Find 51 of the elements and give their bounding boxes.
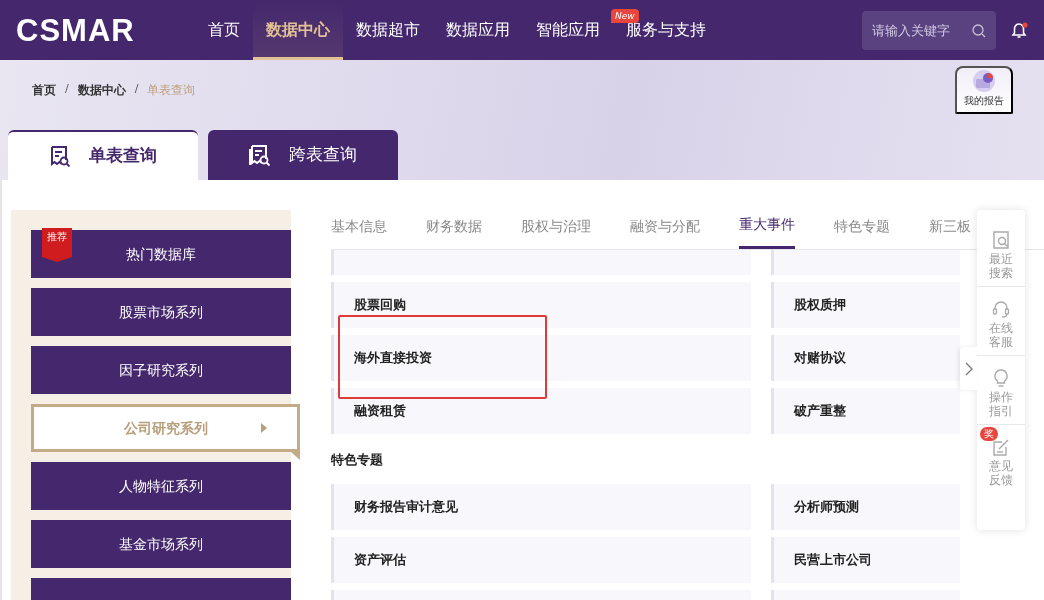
sidebar-item[interactable]: 人物特征系列 xyxy=(31,462,291,510)
nav-link[interactable]: 首页 xyxy=(207,0,240,60)
new-badge: New xyxy=(611,9,639,23)
sidebar-item[interactable]: 因子研究系列 xyxy=(31,346,291,394)
breadcrumb-separator: / xyxy=(134,81,139,97)
side-tool-button[interactable]: 奖 意见反馈 xyxy=(977,424,1025,493)
table-item[interactable]: 民营上市公司 xyxy=(771,536,960,583)
report-icon xyxy=(971,69,997,93)
category-tab[interactable]: 基本信息 xyxy=(331,210,387,249)
section-title: 特色专题 xyxy=(331,451,383,469)
table-item[interactable]: 资产评估 xyxy=(331,536,751,583)
chevron-right-icon xyxy=(964,361,973,376)
report-button[interactable]: 我的报告 xyxy=(955,66,1013,114)
table-item[interactable]: 分析师预测 xyxy=(771,483,960,530)
edit-icon xyxy=(991,437,1011,457)
category-tab[interactable]: 新三板 xyxy=(929,210,971,249)
nav-link[interactable]: 智能应用 xyxy=(535,0,600,60)
caret-icon xyxy=(261,423,267,433)
breadcrumb-link[interactable]: 数据中心 xyxy=(77,81,126,99)
breadcrumb-separator: / xyxy=(65,81,69,97)
category-tab[interactable]: 股权与治理 xyxy=(521,210,591,249)
sidebar-item[interactable]: 股票市场系列 xyxy=(31,288,291,336)
table-item[interactable]: 股票回购 xyxy=(331,282,751,328)
breadcrumb-link[interactable]: 首页 xyxy=(32,81,56,99)
lightbulb-icon xyxy=(991,368,1011,388)
query-tab[interactable]: 跨表查询 xyxy=(208,130,398,180)
category-tab[interactable]: 财务数据 xyxy=(426,210,482,249)
search-field[interactable]: 请输入关键字 xyxy=(862,10,996,50)
table-item[interactable]: 对赌协议 xyxy=(771,335,960,381)
reward-badge: 奖 xyxy=(980,427,998,441)
bell-icon xyxy=(1011,21,1028,39)
search-icon xyxy=(991,230,1011,250)
search-icon xyxy=(972,23,986,38)
table-item[interactable]: 融资租赁 xyxy=(331,388,751,434)
table-item[interactable]: 破产重整 xyxy=(771,388,960,434)
logo[interactable]: CSMAR xyxy=(16,14,135,46)
nav-link[interactable]: 数据超市 xyxy=(355,0,420,60)
sidebar-item[interactable]: 基金市场系列 xyxy=(31,520,291,568)
category-tab[interactable]: 特色专题 xyxy=(834,210,890,249)
collapse-handle[interactable] xyxy=(960,347,977,390)
table-item[interactable]: 财务报告审计意见 xyxy=(331,483,751,530)
headset-icon xyxy=(991,299,1011,319)
table-item[interactable]: 股权质押 xyxy=(771,282,960,328)
query-tab[interactable]: 单表查询 xyxy=(8,130,198,180)
document-search-icon xyxy=(49,144,71,168)
document-search-icon xyxy=(249,143,271,167)
sidebar-item[interactable]: 热门数据库 推荐 xyxy=(31,230,291,278)
nav-link[interactable]: 数据应用 xyxy=(445,0,510,60)
category-tab[interactable]: 融资与分配 xyxy=(630,210,700,249)
recommend-ribbon: 推荐 xyxy=(42,228,72,262)
table-item[interactable]: 海外直接投资 xyxy=(331,335,751,381)
